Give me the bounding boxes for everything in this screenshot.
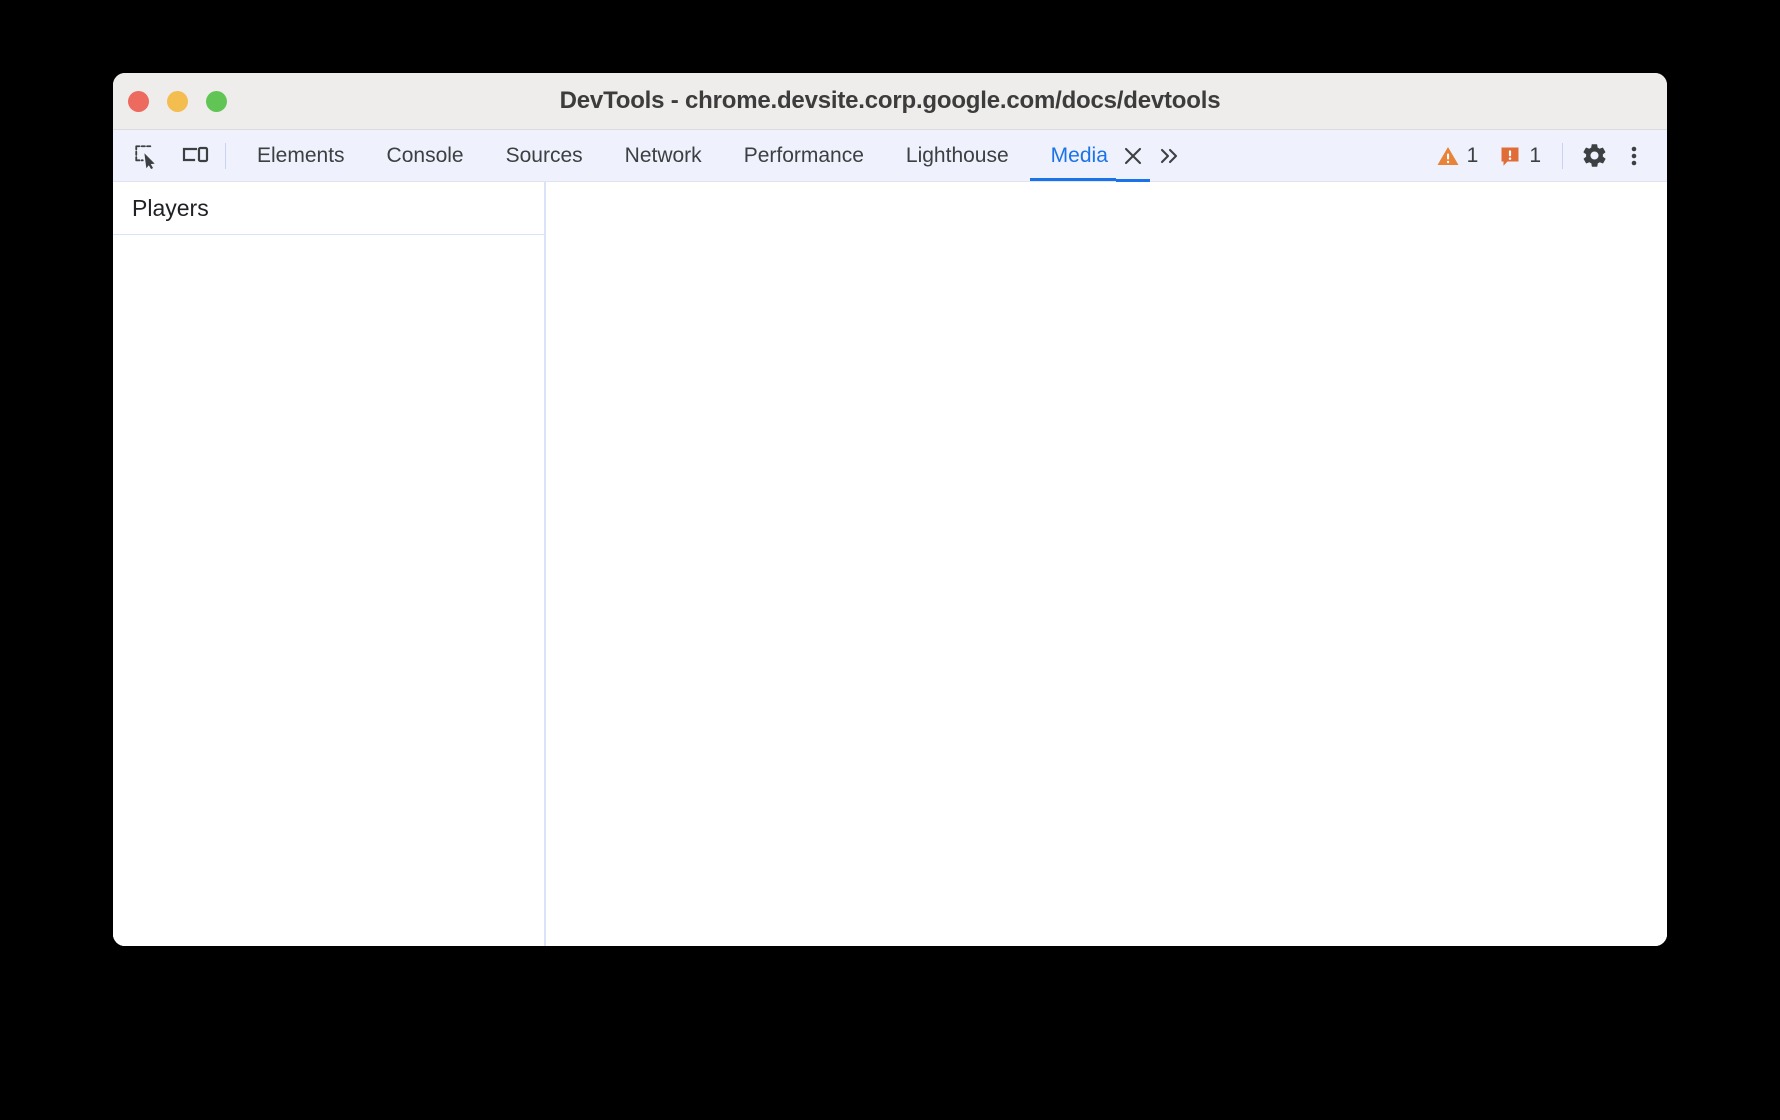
tab-console[interactable]: Console <box>366 130 485 181</box>
traffic-lights <box>128 73 227 130</box>
close-icon <box>1124 147 1141 165</box>
players-list[interactable] <box>113 235 544 946</box>
toolbar-right-icons: 1 1 <box>1427 130 1667 181</box>
warnings-count: 1 <box>1466 143 1479 167</box>
tab-media[interactable]: Media <box>1029 130 1117 181</box>
player-detail-panel[interactable] <box>546 182 1667 946</box>
close-window-button[interactable] <box>128 91 149 112</box>
more-options-button[interactable] <box>1615 137 1653 175</box>
tab-label: Performance <box>743 143 864 167</box>
minimize-window-button[interactable] <box>167 91 188 112</box>
tab-performance[interactable]: Performance <box>723 130 885 181</box>
issues-badge[interactable]: 1 <box>1489 137 1550 175</box>
tab-sources[interactable]: Sources <box>485 130 604 181</box>
close-media-tab-button[interactable] <box>1115 130 1150 182</box>
warnings-badge[interactable]: 1 <box>1427 137 1488 175</box>
window-title: DevTools - chrome.devsite.corp.google.co… <box>559 87 1221 114</box>
tab-elements[interactable]: Elements <box>236 130 366 181</box>
players-sidebar: Players <box>113 182 546 946</box>
tab-label: Sources <box>505 143 583 167</box>
warning-triangle-icon <box>1437 146 1459 165</box>
settings-button[interactable] <box>1575 137 1613 175</box>
issues-count: 1 <box>1529 143 1541 167</box>
tab-label: Media <box>1050 143 1108 167</box>
devtools-tabbar: Elements Console Sources Network Perform… <box>113 130 1667 182</box>
screen: DevTools - chrome.devsite.corp.google.co… <box>0 0 1780 1120</box>
media-panel: Players <box>113 182 1667 946</box>
more-vertical-icon <box>1631 146 1637 165</box>
inspect-element-icon <box>135 144 155 169</box>
more-tabs-button[interactable] <box>1150 130 1190 182</box>
tab-network[interactable]: Network <box>604 130 723 181</box>
issue-bubble-icon <box>1501 147 1519 166</box>
gear-icon <box>1582 144 1606 167</box>
tab-label: Console <box>386 143 464 167</box>
toolbar-left-icons <box>113 130 215 181</box>
double-chevron-right-icon <box>1160 148 1177 164</box>
tab-label: Lighthouse <box>905 143 1009 167</box>
toolbar-divider <box>225 142 226 169</box>
device-toolbar-icon <box>182 146 209 162</box>
tab-label: Network <box>624 143 702 167</box>
players-header: Players <box>113 182 544 235</box>
tab-lighthouse[interactable]: Lighthouse <box>885 130 1030 181</box>
toolbar-divider-right <box>1562 142 1563 169</box>
tab-label: Elements <box>257 143 345 167</box>
panel-tabs: Elements Console Sources Network Perform… <box>236 130 1427 182</box>
inspect-element-button[interactable] <box>127 137 165 175</box>
toggle-device-toolbar-button[interactable] <box>177 137 215 175</box>
devtools-window: DevTools - chrome.devsite.corp.google.co… <box>113 73 1667 946</box>
window-titlebar: DevTools - chrome.devsite.corp.google.co… <box>113 73 1667 130</box>
maximize-window-button[interactable] <box>206 91 227 112</box>
